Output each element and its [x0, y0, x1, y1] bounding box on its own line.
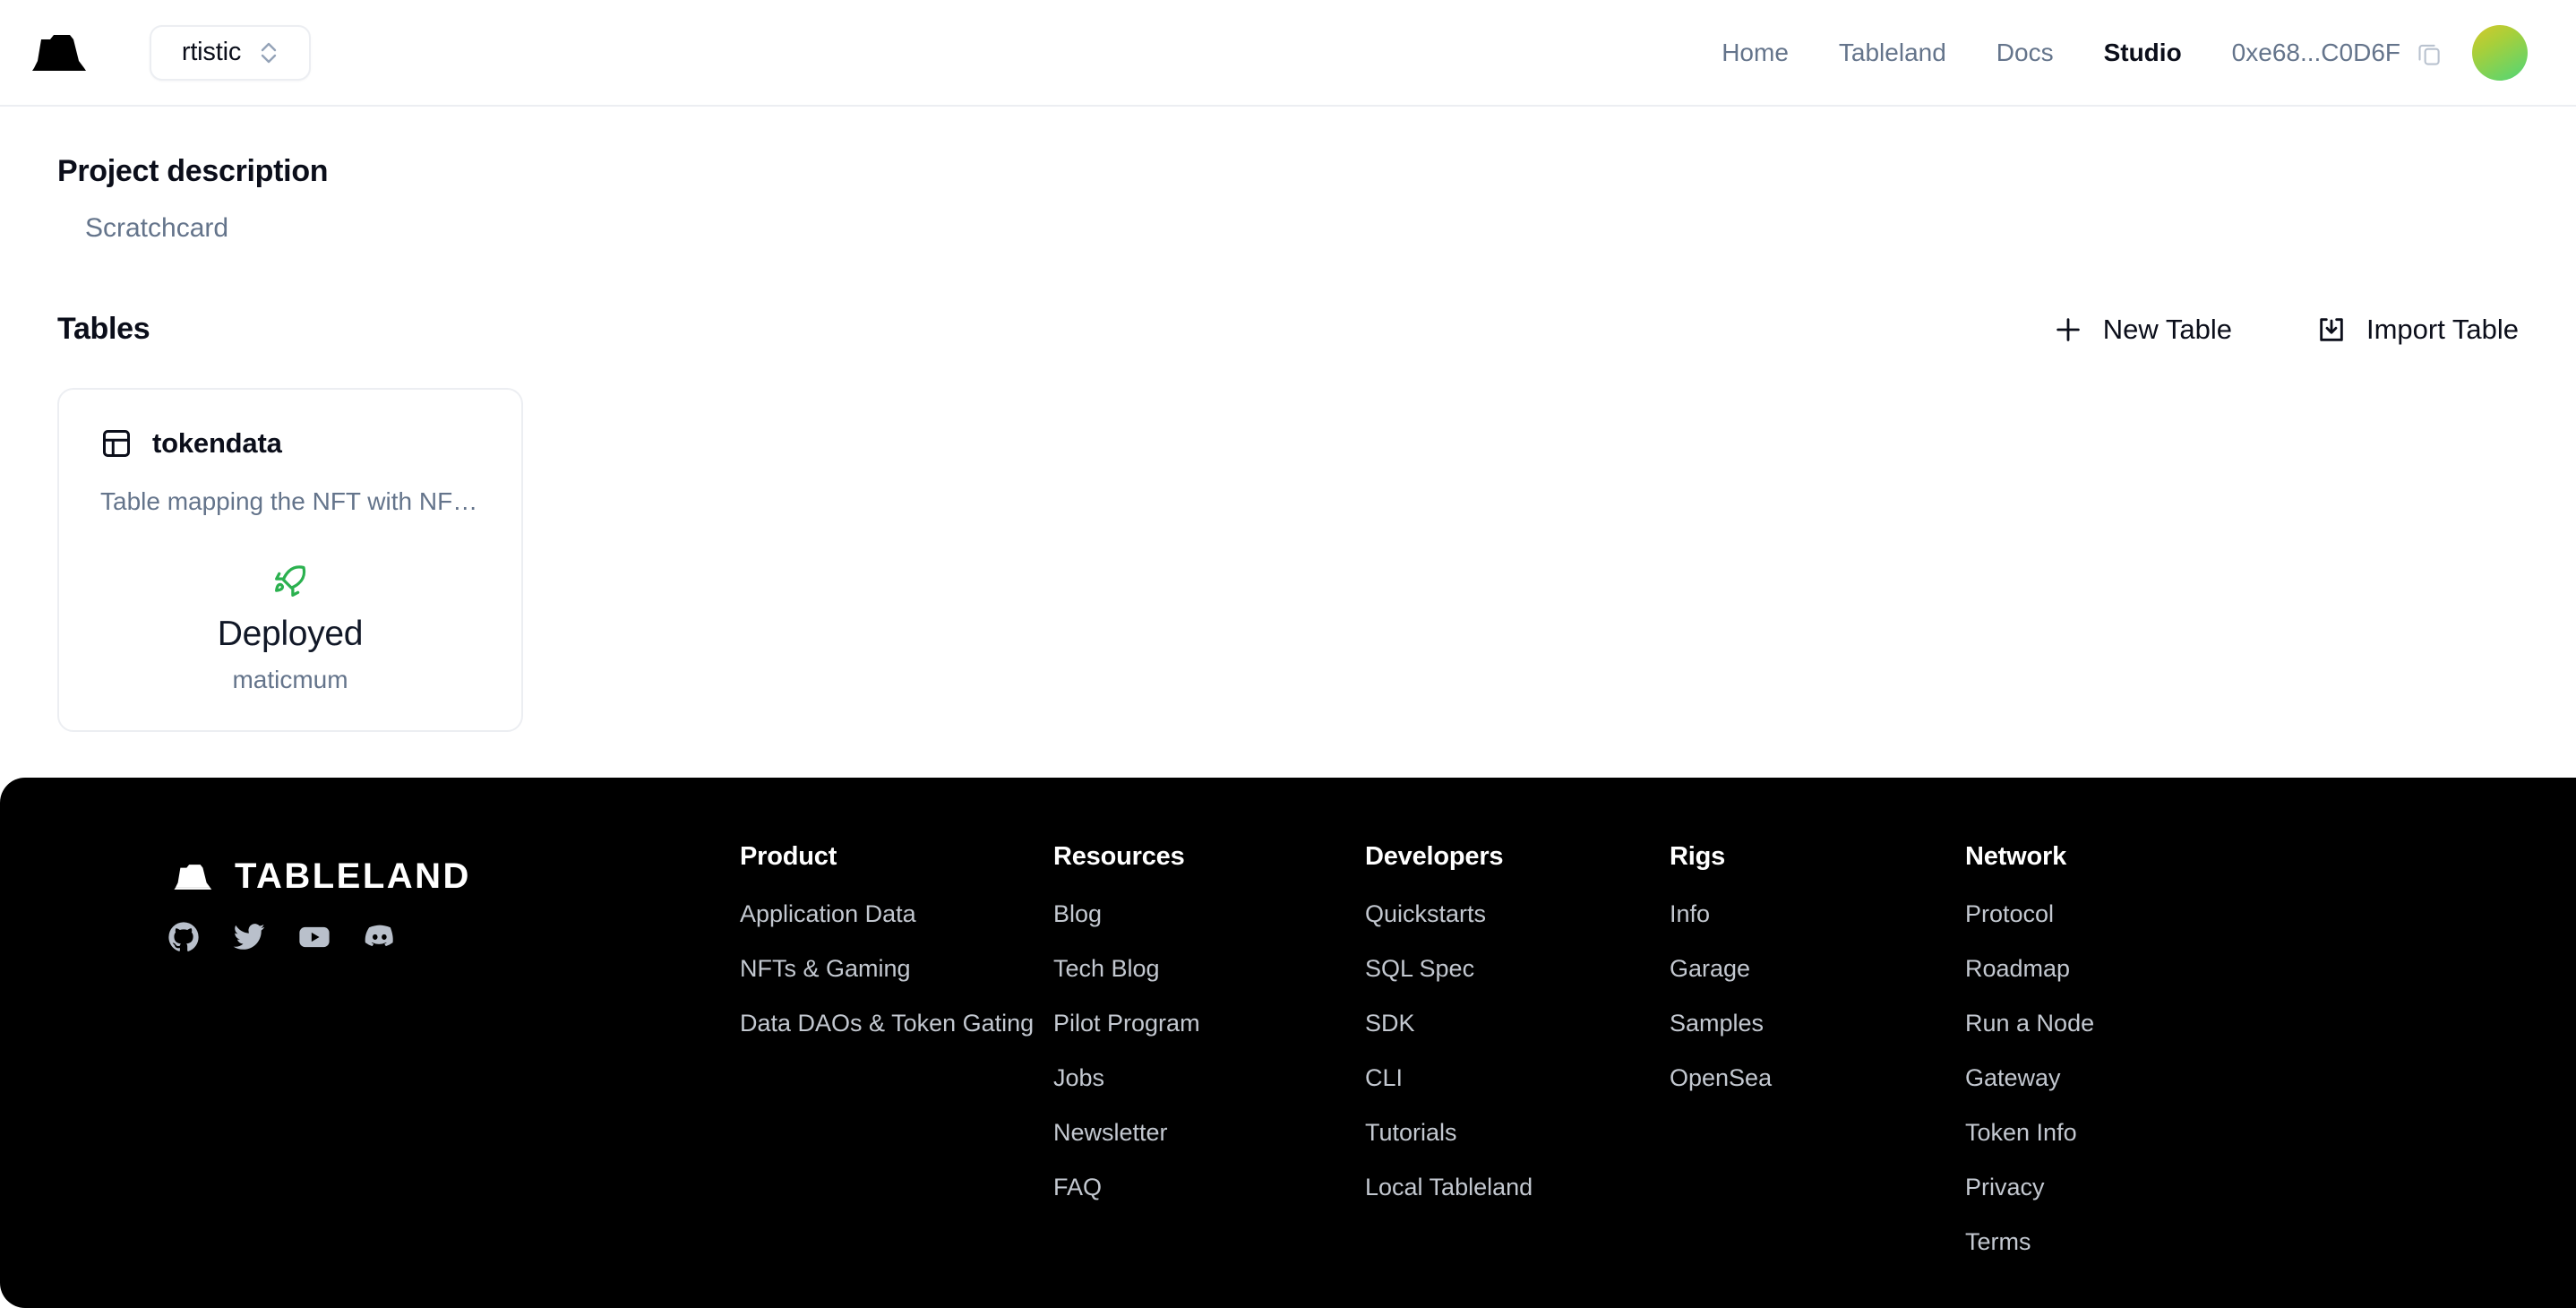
- plus-icon: [2057, 317, 2080, 341]
- footer-link-gateway[interactable]: Gateway: [1965, 1064, 2234, 1092]
- tables-header: Tables New Table Import Table: [57, 312, 2519, 347]
- footer-link-privacy[interactable]: Privacy: [1965, 1174, 2234, 1201]
- footer-logo-row: TABLELAND: [167, 856, 740, 897]
- table-card-name: tokendata: [152, 427, 282, 459]
- avatar[interactable]: [2472, 24, 2528, 81]
- chevron-up-down-icon: [261, 42, 277, 63]
- new-table-button[interactable]: New Table: [2053, 314, 2232, 346]
- table-grid-icon: [103, 430, 130, 457]
- tableland-logo[interactable]: [27, 32, 93, 73]
- table-card-head: tokendata: [100, 427, 480, 460]
- footer-link-run-a-node[interactable]: Run a Node: [1965, 1010, 2234, 1037]
- footer-column-title: Product: [740, 842, 837, 871]
- status-badge: Deployed: [217, 615, 364, 653]
- footer-link-opensea[interactable]: OpenSea: [1670, 1064, 1965, 1092]
- import-table-button[interactable]: Import Table: [2316, 314, 2519, 346]
- footer-link-token-info[interactable]: Token Info: [1965, 1119, 2234, 1147]
- footer-link-newsletter[interactable]: Newsletter: [1053, 1119, 1365, 1147]
- footer-column-resources: Resources Blog Tech Blog Pilot Program J…: [1053, 842, 1365, 1283]
- table-card-description: Table mapping the NFT with NFT …: [100, 487, 480, 515]
- footer-column-developers: Developers Quickstarts SQL Spec SDK CLI …: [1365, 842, 1670, 1283]
- footer-link-blog[interactable]: Blog: [1053, 900, 1365, 928]
- copy-icon[interactable]: [2415, 39, 2443, 67]
- top-header: rtistic Home Tableland Docs Studio 0xe68…: [0, 0, 2576, 107]
- main-content: Project description Scratchcard Tables N…: [0, 107, 2576, 778]
- footer-link-jobs[interactable]: Jobs: [1053, 1064, 1365, 1092]
- footer-link-tech-blog[interactable]: Tech Blog: [1053, 955, 1365, 983]
- twitter-icon[interactable]: [232, 920, 266, 954]
- rocket-icon: [275, 565, 306, 597]
- app-page: rtistic Home Tableland Docs Studio 0xe68…: [0, 0, 2576, 1308]
- footer-link-data-daos-token-gating[interactable]: Data DAOs & Token Gating: [740, 1010, 1053, 1037]
- new-table-label: New Table: [2102, 313, 2232, 345]
- youtube-icon[interactable]: [297, 920, 331, 954]
- discord-icon[interactable]: [363, 920, 397, 954]
- footer-column-title: Network: [1965, 842, 2067, 871]
- nav-link-tableland[interactable]: Tableland: [1839, 39, 1946, 67]
- footer-link-quickstarts[interactable]: Quickstarts: [1365, 900, 1670, 928]
- project-selector[interactable]: rtistic: [150, 24, 311, 81]
- footer-columns: Product Application Data NFTs & Gaming D…: [740, 842, 2522, 1283]
- footer-link-local-tableland[interactable]: Local Tableland: [1365, 1174, 1670, 1201]
- tables-grid: tokendata Table mapping the NFT with NFT…: [57, 388, 2519, 732]
- github-icon[interactable]: [167, 920, 201, 954]
- project-selector-label: rtistic: [181, 38, 242, 66]
- footer-column-network: Network Protocol Roadmap Run a Node Gate…: [1965, 842, 2234, 1283]
- nav-link-home[interactable]: Home: [1722, 39, 1789, 67]
- footer-brand: TABLELAND: [167, 842, 740, 954]
- table-card[interactable]: tokendata Table mapping the NFT with NFT…: [57, 388, 523, 732]
- import-download-icon: [2320, 317, 2343, 341]
- footer-link-sdk[interactable]: SDK: [1365, 1010, 1670, 1037]
- footer-column-product: Product Application Data NFTs & Gaming D…: [740, 842, 1053, 1283]
- tables-actions: New Table Import Table: [2053, 314, 2519, 346]
- footer-column-rigs: Rigs Info Garage Samples OpenSea: [1670, 842, 1965, 1283]
- footer-link-sql-spec[interactable]: SQL Spec: [1365, 955, 1670, 983]
- footer-link-roadmap[interactable]: Roadmap: [1965, 955, 2234, 983]
- import-table-label: Import Table: [2366, 313, 2519, 345]
- footer-column-title: Rigs: [1670, 842, 1726, 871]
- project-description-text: Scratchcard: [85, 213, 229, 243]
- footer-link-faq[interactable]: FAQ: [1053, 1174, 1365, 1201]
- nav-link-studio[interactable]: Studio: [2104, 39, 2182, 67]
- footer-wordmark: TABLELAND: [235, 856, 471, 896]
- tables-title: Tables: [57, 312, 150, 346]
- tableland-logo-footer: [174, 864, 212, 890]
- wallet-address: 0xe68...C0D6F: [2231, 38, 2400, 66]
- footer-link-info[interactable]: Info: [1670, 900, 1965, 928]
- footer-column-title: Resources: [1053, 842, 1185, 871]
- footer-link-terms[interactable]: Terms: [1965, 1228, 2234, 1256]
- social-links: [167, 920, 740, 954]
- footer-link-pilot-program[interactable]: Pilot Program: [1053, 1010, 1365, 1037]
- footer-column-title: Developers: [1365, 842, 1504, 871]
- status-network: maticmum: [232, 666, 348, 693]
- table-card-status: Deployed maticmum: [100, 561, 480, 694]
- footer-link-garage[interactable]: Garage: [1670, 955, 1965, 983]
- footer-link-application-data[interactable]: Application Data: [740, 900, 1053, 928]
- nav-link-docs[interactable]: Docs: [1996, 39, 2054, 67]
- project-description-title: Project description: [57, 154, 329, 188]
- main-nav: Home Tableland Docs Studio 0xe68...C0D6F: [1671, 24, 2528, 81]
- footer-link-nfts-gaming[interactable]: NFTs & Gaming: [740, 955, 1053, 983]
- footer-link-tutorials[interactable]: Tutorials: [1365, 1119, 1670, 1147]
- footer-link-samples[interactable]: Samples: [1670, 1010, 1965, 1037]
- footer-link-cli[interactable]: CLI: [1365, 1064, 1670, 1092]
- footer-link-protocol[interactable]: Protocol: [1965, 900, 2234, 928]
- site-footer: TABLELAND Product Application Data NFTs …: [0, 778, 2576, 1308]
